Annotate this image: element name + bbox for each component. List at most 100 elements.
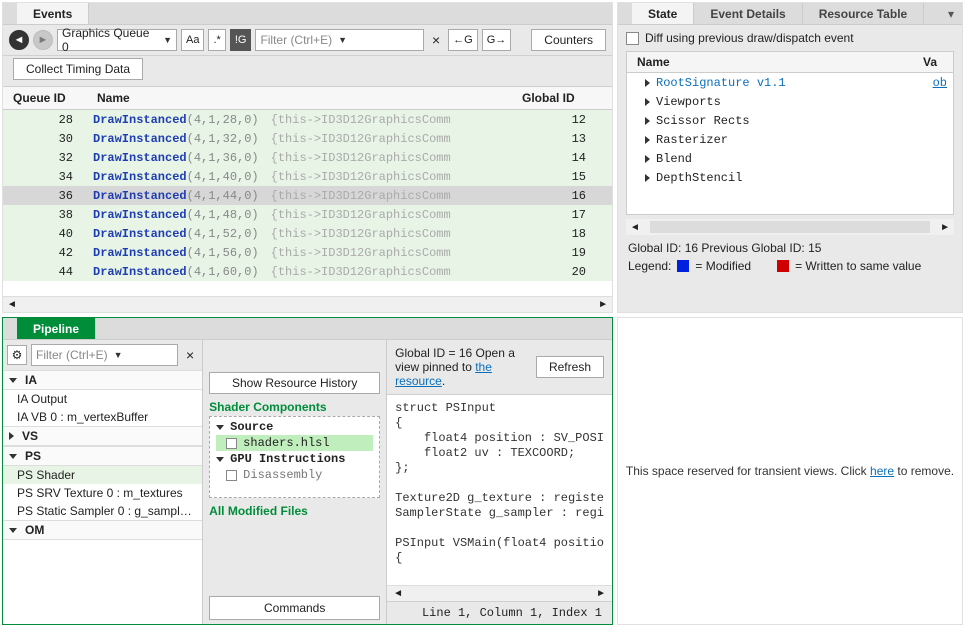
- expander-icon[interactable]: [216, 425, 224, 430]
- queue-combo[interactable]: Graphics Queue 0 ▼: [57, 29, 177, 51]
- state-rootsig-label: RootSignature v1.1: [656, 76, 933, 90]
- state-tabbar: State Event Details Resource Table ▾: [618, 3, 962, 25]
- pipeline-mid: Show Resource History Shader Components …: [203, 340, 386, 624]
- event-row[interactable]: 32DrawInstanced(4,1,36,0){this->ID3D12Gr…: [3, 148, 612, 167]
- source-file[interactable]: shaders.hlsl: [216, 435, 373, 451]
- pipeline-filter-placeholder: Filter (Ctrl+E): [36, 348, 108, 362]
- code-cursor: Line 1, Column 1, Index 1: [387, 601, 612, 624]
- state-row[interactable]: Rasterizer: [627, 130, 953, 149]
- scroll-left-icon[interactable]: ◄: [630, 222, 640, 233]
- state-body: Diff using previous draw/dispatch event …: [618, 25, 962, 312]
- file-icon: [226, 470, 237, 481]
- scroll-right-icon[interactable]: ►: [598, 299, 608, 310]
- state-row[interactable]: Blend: [627, 149, 953, 168]
- legend-modified-swatch: [677, 260, 689, 272]
- chevron-down-icon: ▼: [114, 350, 123, 360]
- state-rootsig-value[interactable]: ob: [933, 76, 947, 90]
- event-details-tab[interactable]: Event Details: [694, 3, 802, 24]
- events-panel: Events ◄ ► Graphics Queue 0 ▼ Aa .* !G F…: [2, 2, 613, 313]
- event-row[interactable]: 34DrawInstanced(4,1,40,0){this->ID3D12Gr…: [3, 167, 612, 186]
- resource-table-tab[interactable]: Resource Table: [803, 3, 924, 24]
- transient-post: to remove.: [894, 464, 954, 478]
- events-subtoolbar: Collect Timing Data: [3, 56, 612, 87]
- ia-vb0[interactable]: IA VB 0 : m_vertexBuffer: [3, 408, 202, 426]
- state-row[interactable]: Viewports: [627, 92, 953, 111]
- state-tab[interactable]: State: [632, 3, 694, 24]
- col-queue-id[interactable]: Queue ID: [3, 91, 93, 105]
- section-vs[interactable]: VS: [3, 426, 202, 446]
- legend-label: Legend:: [628, 259, 671, 273]
- state-status: Global ID: 16 Previous Global ID: 15: [626, 235, 954, 257]
- events-body: 28DrawInstanced(4,1,28,0){this->ID3D12Gr…: [3, 110, 612, 296]
- transient-pre: This space reserved for transient views.…: [626, 464, 870, 478]
- expander-icon[interactable]: [645, 79, 650, 87]
- chevron-down-icon: ▼: [163, 35, 172, 45]
- refresh-button[interactable]: Refresh: [536, 356, 604, 378]
- col-name[interactable]: Name: [93, 91, 522, 105]
- state-row-rootsig[interactable]: RootSignature v1.1 ob: [627, 73, 953, 92]
- source-node[interactable]: Source: [216, 419, 373, 435]
- event-row[interactable]: 44DrawInstanced(4,1,60,0){this->ID3D12Gr…: [3, 262, 612, 281]
- ia-output[interactable]: IA Output: [3, 390, 202, 408]
- shader-components-box: Source shaders.hlsl GPU Instructions Dis…: [209, 416, 380, 498]
- events-tab-leading: [3, 3, 17, 24]
- pipeline-panel: Pipeline ⚙ Filter (Ctrl+E) ▼ × IA: [2, 317, 613, 625]
- scroll-right-icon[interactable]: ►: [940, 222, 950, 233]
- legend-modified-label: = Modified: [695, 259, 751, 273]
- state-hscroll[interactable]: ◄ ►: [626, 219, 954, 235]
- pipeline-tabbar: Pipeline: [3, 318, 612, 340]
- event-row[interactable]: 36DrawInstanced(4,1,44,0){this->ID3D12Gr…: [3, 186, 612, 205]
- state-row[interactable]: Scissor Rects: [627, 111, 953, 130]
- state-row[interactable]: DepthStencil: [627, 168, 953, 187]
- expander-icon[interactable]: [216, 457, 224, 462]
- global-id-text: Global ID = 16 Open a view pinned to the…: [395, 346, 524, 388]
- event-row[interactable]: 28DrawInstanced(4,1,28,0){this->ID3D12Gr…: [3, 110, 612, 129]
- settings-button[interactable]: ⚙: [7, 345, 27, 365]
- events-tabbar: Events: [3, 3, 612, 25]
- pipeline-clear-filter[interactable]: ×: [182, 347, 198, 363]
- ps-sampler0[interactable]: PS Static Sampler 0 : g_sampl…: [3, 502, 202, 520]
- transient-placeholder: This space reserved for transient views.…: [617, 317, 963, 625]
- section-om[interactable]: OM: [3, 520, 202, 540]
- col-global-id[interactable]: Global ID: [522, 91, 612, 105]
- gpu-instructions-node[interactable]: GPU Instructions: [216, 451, 373, 467]
- events-tab[interactable]: Events: [17, 3, 89, 24]
- all-modified-heading: All Modified Files: [209, 504, 380, 518]
- event-row[interactable]: 42DrawInstanced(4,1,56,0){this->ID3D12Gr…: [3, 243, 612, 262]
- pipeline-tab[interactable]: Pipeline: [17, 318, 96, 339]
- state-panel: State Event Details Resource Table ▾ Dif…: [617, 2, 963, 313]
- commands-button[interactable]: Commands: [209, 596, 380, 620]
- tabs-overflow-button[interactable]: ▾: [940, 3, 962, 24]
- ps-shader[interactable]: PS Shader: [3, 466, 202, 484]
- nav-back-button[interactable]: ◄: [9, 30, 29, 50]
- queue-combo-label: Graphics Queue 0: [62, 26, 157, 54]
- pipeline-tree: ⚙ Filter (Ctrl+E) ▼ × IA IA Output IA VB…: [3, 340, 203, 624]
- file-icon: [226, 438, 237, 449]
- state-col-value[interactable]: Va: [923, 55, 947, 69]
- event-row[interactable]: 30DrawInstanced(4,1,32,0){this->ID3D12Gr…: [3, 129, 612, 148]
- code-view[interactable]: struct PSInput { float4 position : SV_PO…: [387, 395, 612, 585]
- transient-remove-link[interactable]: here: [870, 464, 894, 478]
- event-row[interactable]: 40DrawInstanced(4,1,52,0){this->ID3D12Gr…: [3, 224, 612, 243]
- ps-srv0[interactable]: PS SRV Texture 0 : m_textures: [3, 484, 202, 502]
- section-ia[interactable]: IA: [3, 370, 202, 390]
- legend-same-swatch: [777, 260, 789, 272]
- shader-components-heading: Shader Components: [209, 400, 380, 414]
- disassembly-file[interactable]: Disassembly: [216, 467, 373, 483]
- nav-forward-button[interactable]: ►: [33, 30, 53, 50]
- legend-same-label: = Written to same value: [795, 259, 921, 273]
- events-header: Queue ID Name Global ID: [3, 87, 612, 110]
- state-grid: Name Va RootSignature v1.1 ob ViewportsS…: [626, 51, 954, 215]
- code-hscroll[interactable]: ◄►: [387, 585, 612, 601]
- scroll-left-icon[interactable]: ◄: [7, 299, 17, 310]
- pipeline-code: Global ID = 16 Open a view pinned to the…: [386, 340, 612, 624]
- pipeline-filter-input[interactable]: Filter (Ctrl+E) ▼: [31, 344, 178, 366]
- events-hscroll[interactable]: ◄ ►: [3, 296, 612, 312]
- state-col-name[interactable]: Name: [633, 55, 923, 69]
- state-legend: Legend: = Modified = Written to same val…: [626, 257, 954, 279]
- show-resource-history-button[interactable]: Show Resource History: [209, 372, 380, 394]
- case-toggle[interactable]: Aa: [181, 29, 204, 51]
- section-ps[interactable]: PS: [3, 446, 202, 466]
- collect-timing-button[interactable]: Collect Timing Data: [13, 58, 143, 80]
- event-row[interactable]: 38DrawInstanced(4,1,48,0){this->ID3D12Gr…: [3, 205, 612, 224]
